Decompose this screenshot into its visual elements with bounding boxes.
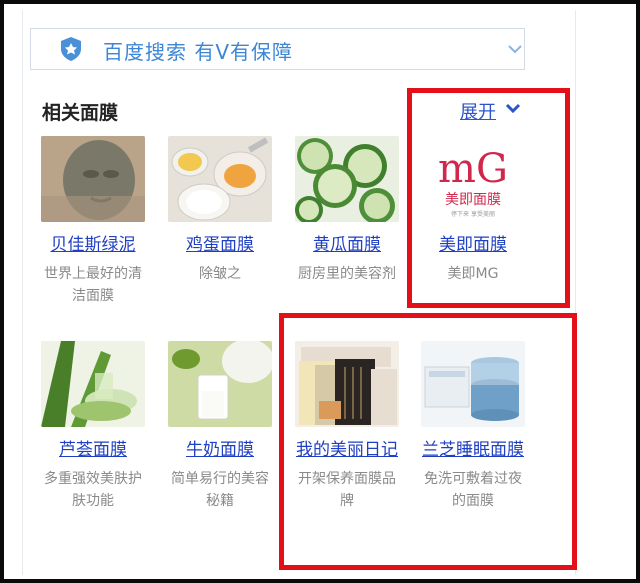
product-desc: 世界上最好的清洁面膜: [44, 266, 142, 304]
product-desc: 除皱之: [199, 266, 241, 282]
product-card[interactable]: 黄瓜面膜 厨房里的美容剂: [292, 136, 402, 303]
left-divider: [22, 10, 23, 575]
cucumber-photo: [295, 136, 399, 222]
milk-photo: [168, 341, 272, 427]
product-name[interactable]: 黄瓜面膜: [292, 234, 402, 257]
product-image[interactable]: [295, 136, 399, 222]
product-image[interactable]: [168, 136, 272, 222]
product-card[interactable]: 牛奶面膜 简单易行的美容秘籍: [165, 341, 275, 512]
product-desc: 厨房里的美容剂: [298, 266, 396, 282]
clay-mask-photo: [41, 136, 145, 222]
product-name[interactable]: 芦荟面膜: [38, 439, 148, 462]
product-card[interactable]: 芦荟面膜 多重强效美肤护肤功能: [38, 341, 148, 512]
baidu-verified-banner[interactable]: 百度搜索 有V有保障: [30, 28, 525, 70]
product-name[interactable]: 牛奶面膜: [165, 439, 275, 462]
product-card[interactable]: 贝佳斯绿泥 世界上最好的清洁面膜: [38, 136, 148, 307]
shield-icon: [61, 37, 81, 61]
chevron-down-icon[interactable]: [507, 43, 523, 55]
product-image[interactable]: [168, 341, 272, 427]
aloe-photo: [41, 341, 145, 427]
product-name[interactable]: 鸡蛋面膜: [165, 234, 275, 257]
product-card[interactable]: 鸡蛋面膜 除皱之: [165, 136, 275, 285]
product-desc: 多重强效美肤护肤功能: [44, 471, 142, 509]
product-image[interactable]: [41, 341, 145, 427]
product-name[interactable]: 贝佳斯绿泥: [38, 234, 148, 257]
product-image[interactable]: [41, 136, 145, 222]
highlight-box: [279, 313, 577, 570]
banner-text: 百度搜索 有V有保障: [103, 40, 294, 64]
section-title: 相关面膜: [42, 102, 119, 124]
egg-mask-photo: [168, 136, 272, 222]
product-desc: 简单易行的美容秘籍: [171, 471, 269, 509]
highlight-box: [407, 88, 570, 308]
